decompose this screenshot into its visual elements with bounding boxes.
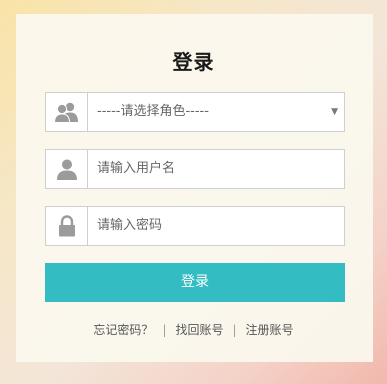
caret-down-icon: ▼ xyxy=(331,107,338,117)
footer-links: 忘记密码？ | 找回账号 | 注册账号 xyxy=(0,321,387,338)
user-icon xyxy=(46,150,88,188)
login-button[interactable]: 登录 xyxy=(45,263,345,302)
forgot-password-link[interactable]: 忘记密码？ xyxy=(93,323,153,337)
role-select[interactable]: -----请选择角色----- ▼ xyxy=(45,92,345,132)
users-icon xyxy=(46,93,88,131)
role-select-value: -----请选择角色----- xyxy=(97,104,209,119)
password-placeholder: 请输入密码 xyxy=(97,218,163,233)
register-link[interactable]: 注册账号 xyxy=(246,323,294,337)
username-field[interactable]: 请输入用户名 xyxy=(45,149,345,189)
link-separator: | xyxy=(232,323,237,337)
link-separator: | xyxy=(162,323,167,337)
page-title: 登录 xyxy=(172,50,215,74)
lock-icon xyxy=(46,207,88,245)
username-placeholder: 请输入用户名 xyxy=(97,161,176,176)
password-field[interactable]: 请输入密码 xyxy=(45,206,345,246)
recover-account-link[interactable]: 找回账号 xyxy=(175,323,223,337)
